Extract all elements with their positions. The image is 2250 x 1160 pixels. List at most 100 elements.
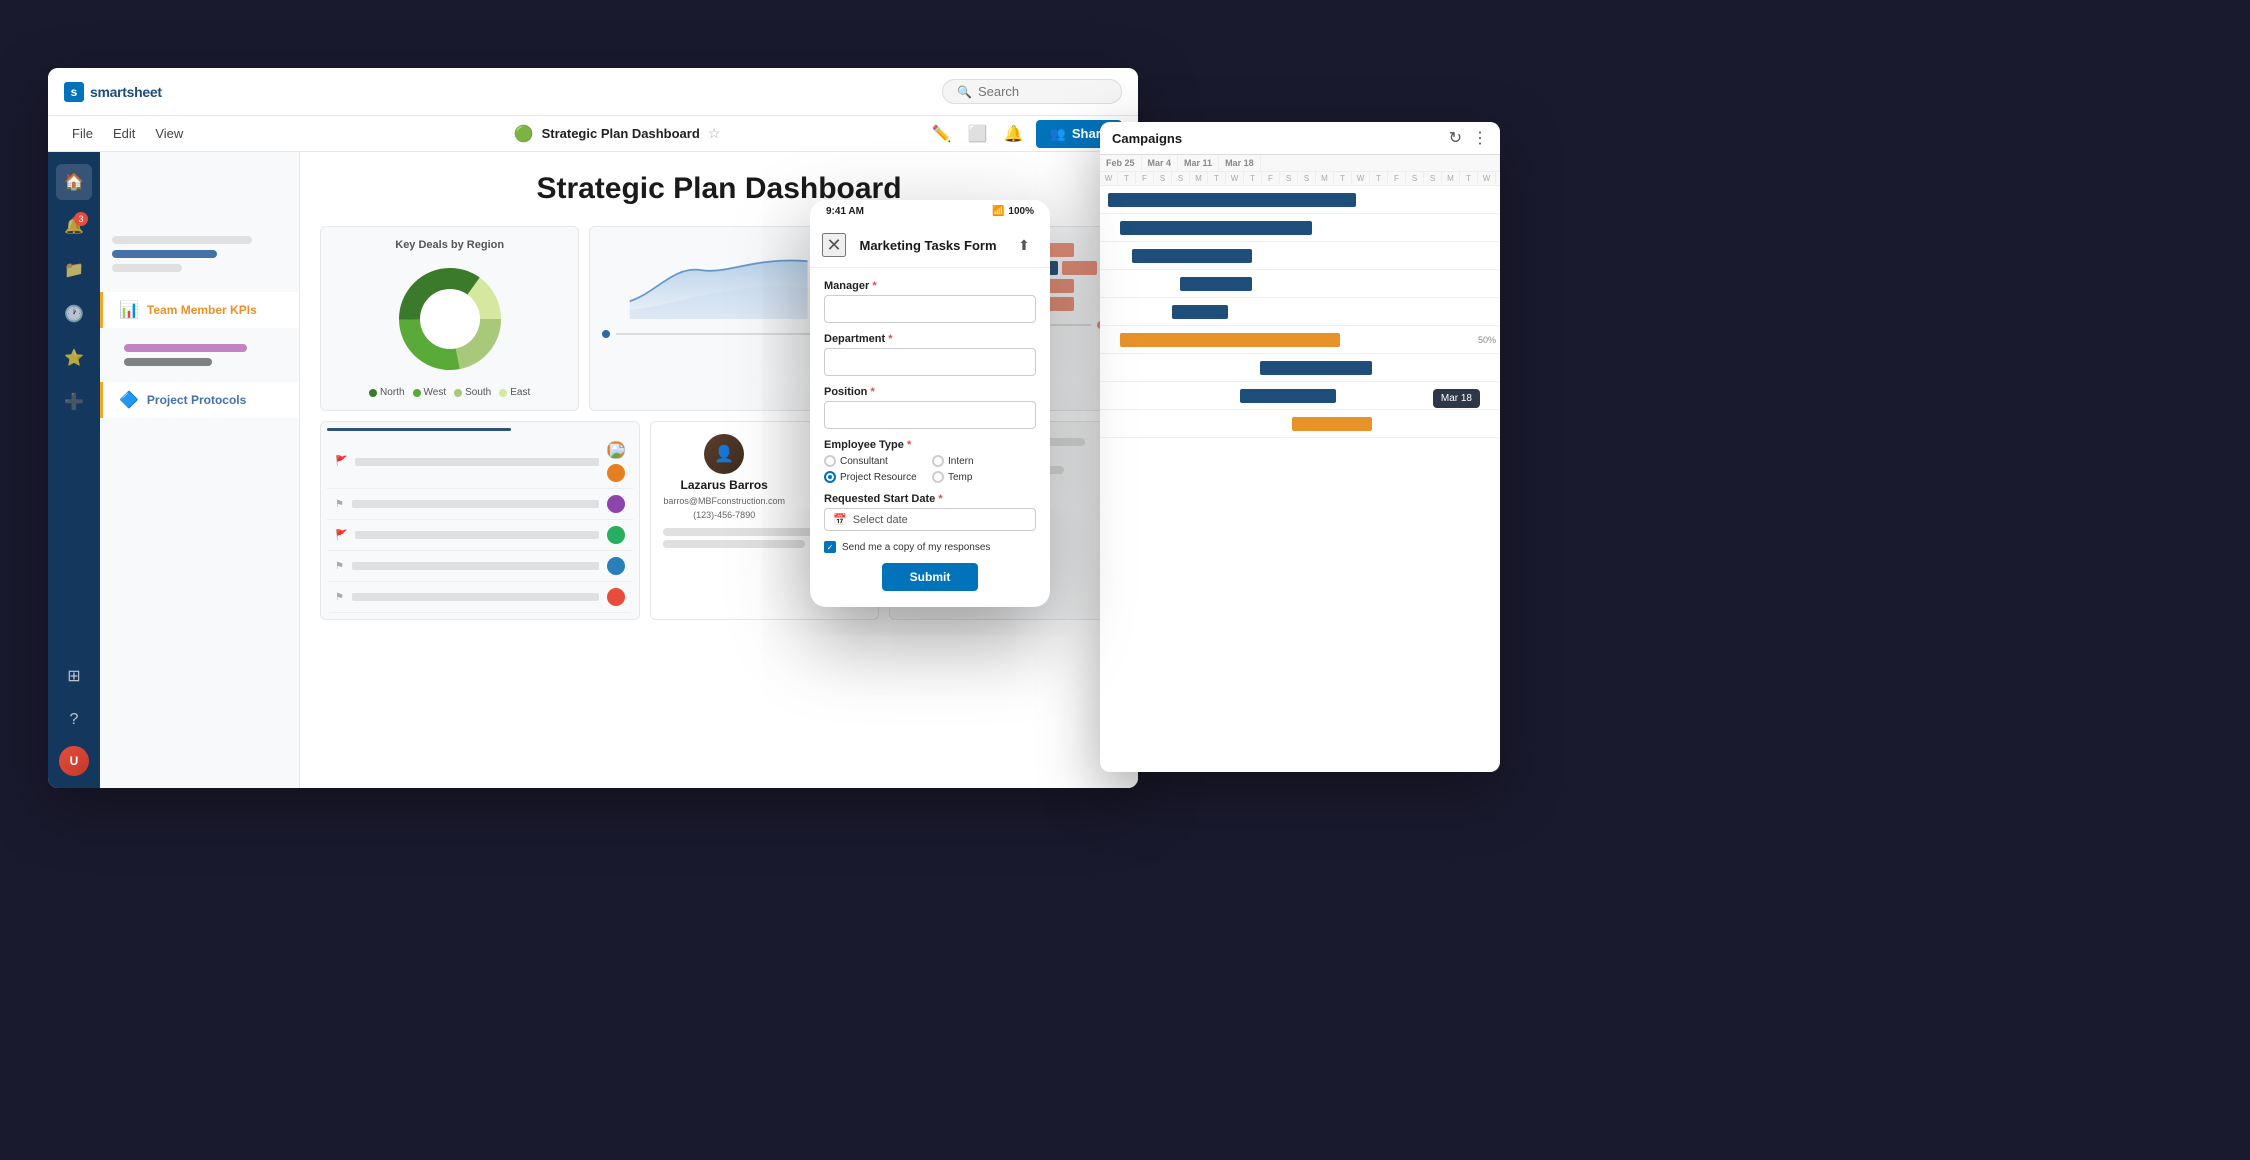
sidebar-home[interactable]: 🏠 (56, 164, 92, 200)
copy-checkbox[interactable]: ✓ (824, 541, 836, 553)
battery-text: 100% (1008, 206, 1034, 217)
gantt-title: Campaigns (1112, 131, 1182, 146)
gantt-overlay: Campaigns ↻ ⋮ Feb 25 Mar 4 Mar 11 Mar 18… (1100, 122, 1500, 772)
panel-item-label: Team Member KPIs (147, 303, 257, 317)
gantt-refresh-icon[interactable]: ↻ (1449, 128, 1462, 148)
manager-required: * (872, 280, 876, 292)
gantt-tooltip: Mar 18 (1433, 389, 1480, 408)
doc-title-area: 🟢 Strategic Plan Dashboard ☆ (514, 124, 721, 144)
gantt-toolbar: ↻ ⋮ (1449, 128, 1488, 148)
gantt-row-3 (1100, 242, 1500, 270)
wifi-icon: 📶 (992, 206, 1004, 217)
position-label: Position * (824, 386, 1036, 398)
panel-item-project-protocols[interactable]: 🔷 Project Protocols (100, 382, 299, 418)
menu-bar: File Edit View 🟢 Strategic Plan Dashboar… (48, 116, 1138, 152)
radio-intern[interactable] (932, 455, 944, 467)
menu-edit[interactable]: Edit (105, 122, 143, 145)
gantt-row-1 (1100, 186, 1500, 214)
status-time: 9:41 AM (826, 206, 864, 217)
position-input[interactable] (824, 401, 1036, 429)
search-bar[interactable]: 🔍 (942, 79, 1122, 104)
employee-type-field: Employee Type * Consultant Intern Projec… (824, 439, 1036, 483)
gantt-more-icon[interactable]: ⋮ (1472, 128, 1488, 148)
radio-project-resource[interactable] (824, 471, 836, 483)
project-resource-label: Project Resource (840, 472, 917, 483)
gantt-row-5 (1100, 298, 1500, 326)
start-date-field: Requested Start Date * 📅 Select date (824, 493, 1036, 531)
donut-card: Key Deals by Region North West (320, 226, 579, 411)
doc-title: Strategic Plan Dashboard (542, 126, 700, 141)
sidebar-recent[interactable]: 🕐 (56, 296, 92, 332)
sidebar-notifications[interactable]: 🔔 3 (56, 208, 92, 244)
manager-label: Manager * (824, 280, 1036, 292)
position-field: Position * (824, 386, 1036, 429)
submit-button[interactable]: Submit (882, 563, 979, 591)
mobile-form: 9:41 AM 📶 100% ✕ Marketing Tasks Form ⬆ … (810, 200, 1050, 607)
area-chart-svg (602, 239, 835, 319)
department-label: Department * (824, 333, 1036, 345)
mobile-form-header: ✕ Marketing Tasks Form ⬆ (810, 223, 1050, 268)
sidebar-apps[interactable]: ⊞ (56, 658, 92, 694)
mobile-close-button[interactable]: ✕ (822, 233, 846, 257)
top-bar: s smartsheet 🔍 (48, 68, 1138, 116)
toolbar-right: ✏️ ⬜ 🔔 👥 Share (928, 120, 1122, 148)
notify-icon-btn[interactable]: 🔔 (1000, 120, 1028, 148)
mobile-share-btn[interactable]: ⬆ (1010, 231, 1038, 259)
search-icon: 🔍 (957, 85, 972, 99)
submit-btn-wrap: Submit (824, 563, 1036, 595)
date-picker-button[interactable]: 📅 Select date (824, 508, 1036, 531)
panel-item-team-kpis[interactable]: 📊 Team Member KPIs (100, 292, 299, 328)
option-intern[interactable]: Intern (932, 455, 1036, 467)
search-input[interactable] (978, 84, 1107, 99)
sidebar-add[interactable]: ➕ (56, 384, 92, 420)
option-temp[interactable]: Temp (932, 471, 1036, 483)
notification-badge: 3 (74, 212, 88, 226)
logo-text: smartsheet (90, 84, 162, 100)
gantt-day-header: WT FS SM TW TF SS MT WT FS SM TW (1100, 172, 1500, 186)
sidebar-folders[interactable]: 📁 (56, 252, 92, 288)
edit-icon-btn[interactable]: ✏️ (928, 120, 956, 148)
sidebar-favorites[interactable]: ⭐ (56, 340, 92, 376)
share-icon: 👥 (1050, 126, 1066, 142)
employee-type-label: Employee Type * (824, 439, 1036, 451)
donut-title: Key Deals by Region (333, 239, 566, 251)
menu-file[interactable]: File (64, 122, 101, 145)
gantt-row-9 (1100, 410, 1500, 438)
contact-avatar-1: 👤 (704, 434, 744, 474)
manager-input[interactable] (824, 295, 1036, 323)
progress-pct: 50% (1478, 335, 1496, 345)
department-input[interactable] (824, 348, 1036, 376)
mobile-form-title: Marketing Tasks Form (846, 238, 1010, 253)
gantt-row-6: 50% (1100, 326, 1500, 354)
calendar-icon: 📅 (833, 513, 847, 526)
radio-temp[interactable] (932, 471, 944, 483)
manager-field: Manager * (824, 280, 1036, 323)
logo-area: s smartsheet (64, 82, 224, 102)
donut-legend: North West South East (369, 387, 530, 398)
contact-name: Lazarus Barros (680, 478, 767, 492)
user-avatar[interactable]: U (59, 746, 89, 776)
date-placeholder: Select date (853, 514, 908, 526)
gantt-row-2 (1100, 214, 1500, 242)
favorite-icon[interactable]: ☆ (708, 125, 721, 142)
project-protocols-icon: 🔷 (119, 390, 139, 410)
copy-label: Send me a copy of my responses (842, 542, 990, 553)
radio-consultant[interactable] (824, 455, 836, 467)
menu-view[interactable]: View (147, 122, 191, 145)
sidebar-help[interactable]: ? (56, 702, 92, 738)
option-project-resource[interactable]: Project Resource (824, 471, 928, 483)
gantt-header: Campaigns ↻ ⋮ (1100, 122, 1500, 155)
employee-type-options: Consultant Intern Project Resource Temp (824, 455, 1036, 483)
copy-checkbox-row[interactable]: ✓ Send me a copy of my responses (824, 541, 1036, 553)
area-chart-dots (602, 330, 835, 338)
donut-chart: North West South East (333, 259, 566, 398)
option-consultant[interactable]: Consultant (824, 455, 928, 467)
doc-icon: 🟢 (514, 124, 534, 144)
gantt-row-4 (1100, 270, 1500, 298)
sidebar: 🏠 🔔 3 📁 🕐 ⭐ ➕ ⊞ ? U (48, 152, 100, 788)
panel-item-label-2: Project Protocols (147, 393, 246, 407)
logo-icon: s (64, 82, 84, 102)
present-icon-btn[interactable]: ⬜ (964, 120, 992, 148)
mobile-status-bar: 9:41 AM 📶 100% (810, 200, 1050, 223)
contact-email: barros@MBFconstruction.com (663, 496, 785, 506)
